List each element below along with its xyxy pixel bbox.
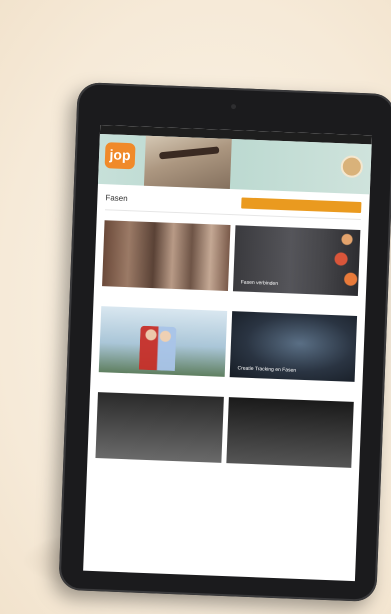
card-4[interactable]: Creatie Tracking en Fasen <box>228 311 358 396</box>
page-title: Fasen <box>105 193 128 204</box>
cta-button[interactable] <box>241 197 362 214</box>
card-thumbnail[interactable]: Creatie Tracking en Fasen <box>229 311 358 382</box>
camera-icon <box>230 103 237 110</box>
card-5[interactable] <box>95 392 224 463</box>
card-thumbnail[interactable] <box>225 397 354 468</box>
main-nav <box>233 159 257 160</box>
card-1[interactable] <box>101 220 230 305</box>
avatar[interactable] <box>340 155 364 179</box>
card-thumbnail[interactable] <box>102 220 230 291</box>
fruit-image <box>331 229 361 296</box>
card-thumbnail[interactable]: Fasen verbinden <box>232 225 361 296</box>
card-grid: Fasen verbinden Creatie Tracking en Fase… <box>95 220 361 468</box>
card-thumbnail[interactable] <box>95 392 224 463</box>
main-content: Fasen Fasen verbinden Creatie Tracking e… <box>87 184 369 468</box>
card-label: Creatie Tracking en Fasen <box>237 365 297 374</box>
tablet-screen: jop Fasen Fasen verbinden Creatie Tracki… <box>83 124 373 582</box>
site-header: jop <box>97 133 372 195</box>
card-3[interactable] <box>98 306 227 391</box>
card-label: Fasen verbinden <box>240 279 279 287</box>
site-logo[interactable]: jop <box>104 142 136 170</box>
card-thumbnail[interactable] <box>98 306 227 377</box>
kids-image <box>138 325 177 372</box>
tablet-device: jop Fasen Fasen verbinden Creatie Tracki… <box>58 82 391 602</box>
header-photo <box>143 135 232 189</box>
card-6[interactable] <box>225 397 354 468</box>
card-2[interactable]: Fasen verbinden <box>231 225 361 310</box>
